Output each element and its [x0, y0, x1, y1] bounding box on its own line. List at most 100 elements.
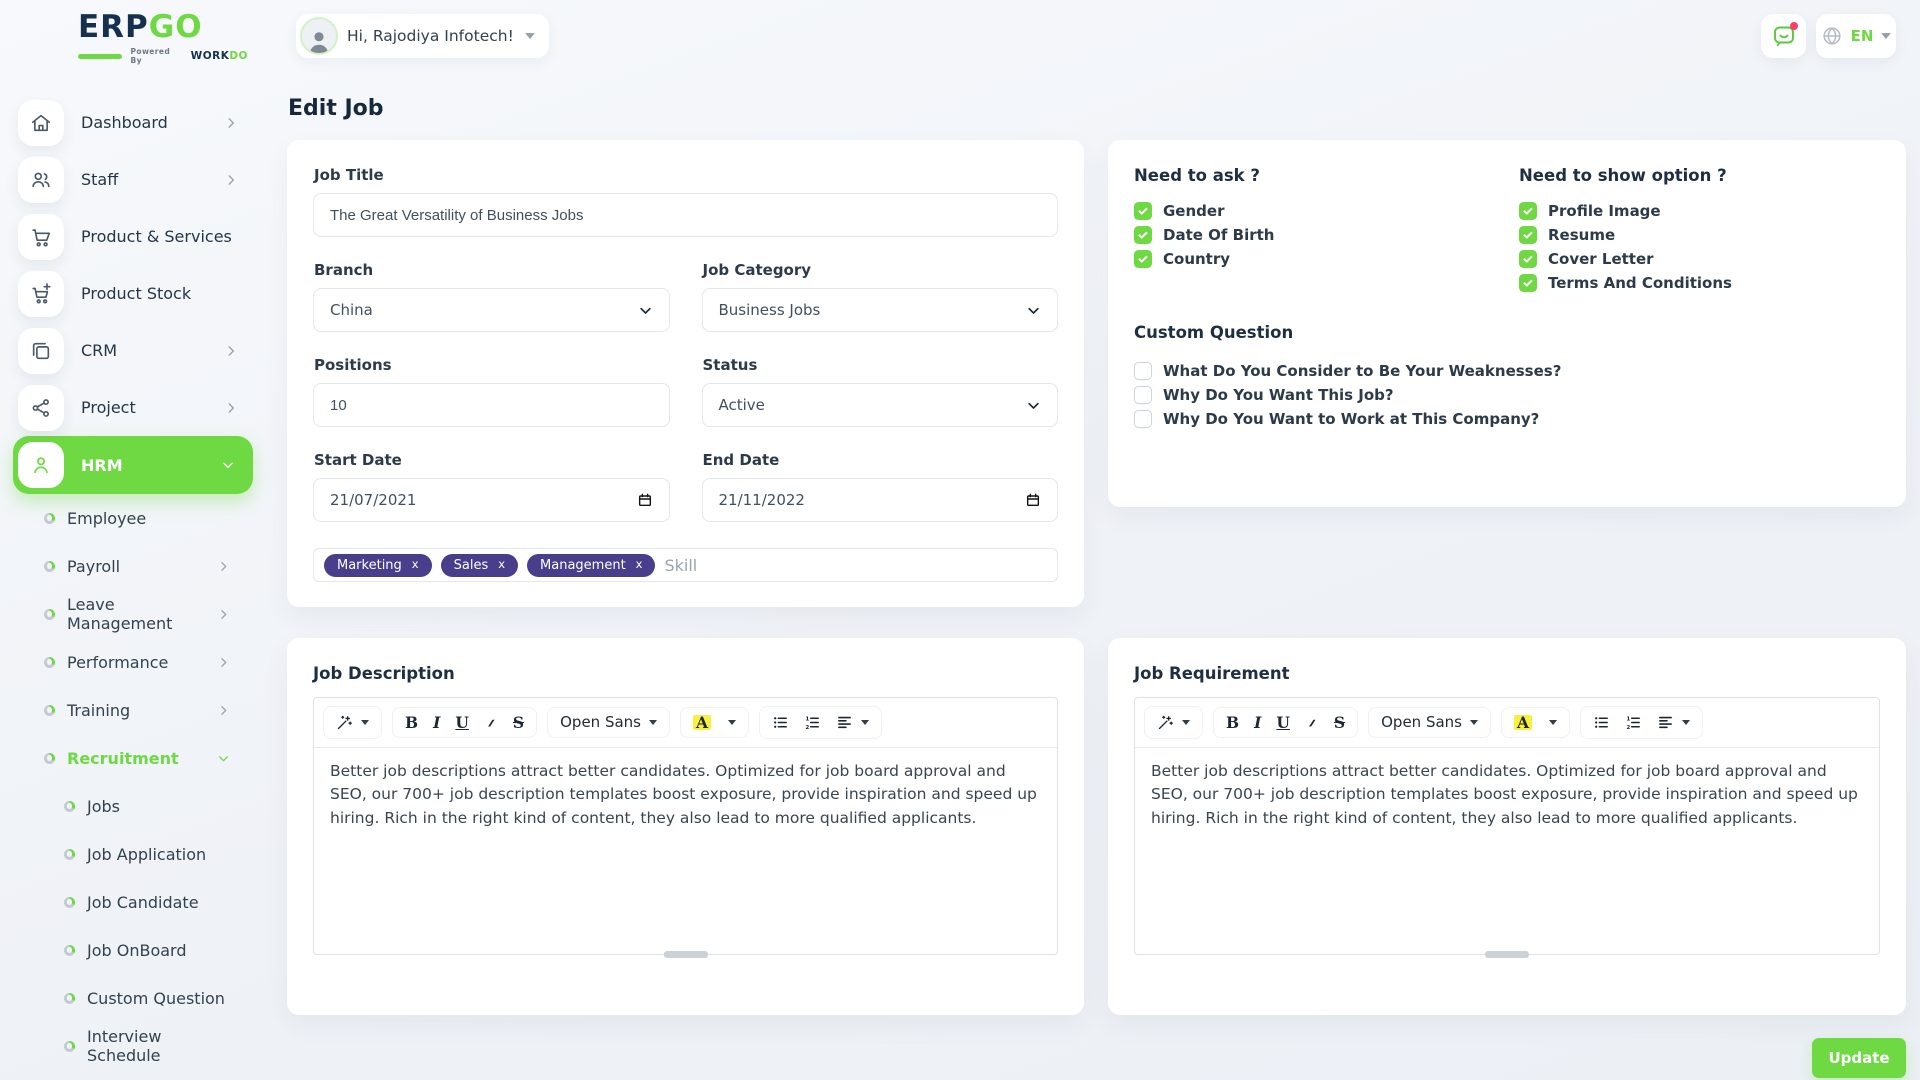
sidebar-item-training[interactable]: Training [0, 686, 290, 734]
checkbox-date-of-birth[interactable]: Date Of Birth [1134, 226, 1519, 244]
font-color-button[interactable]: A [693, 715, 711, 731]
font-family-select[interactable]: Open Sans [560, 715, 657, 730]
sidebar-item-recruitment[interactable]: Recruitment [0, 734, 290, 782]
align-button[interactable] [1657, 714, 1690, 731]
sidebar-item-product-stock[interactable]: Product Stock [0, 265, 290, 322]
job-title-input[interactable] [313, 193, 1058, 237]
eraser-icon [484, 716, 498, 730]
sidebar-item-leave-management[interactable]: Leave Management [0, 590, 290, 638]
checkbox-country[interactable]: Country [1134, 250, 1519, 268]
skill-tag[interactable]: Marketing x [324, 554, 432, 577]
update-button[interactable]: Update [1812, 1038, 1906, 1078]
chevron-down-icon[interactable] [1549, 720, 1557, 725]
job-description-title: Job Description [313, 664, 1058, 683]
align-left-icon [1657, 714, 1674, 731]
underline-button[interactable]: U [1276, 715, 1290, 731]
calendar-icon[interactable] [1025, 492, 1041, 508]
bullet-list-button[interactable] [772, 714, 789, 731]
branch-select[interactable]: China [313, 288, 670, 332]
checkbox-checked-icon[interactable] [1134, 250, 1152, 268]
end-date-input[interactable]: 21/11/2022 [702, 478, 1059, 522]
sidebar-item-hrm[interactable]: HRM [13, 436, 253, 494]
sidebar-item-performance[interactable]: Performance [0, 638, 290, 686]
sidebar-item-interview-schedule[interactable]: Interview Schedule [0, 1022, 290, 1070]
remove-tag-icon[interactable]: x [498, 559, 505, 571]
checkbox-gender[interactable]: Gender [1134, 202, 1519, 220]
user-menu[interactable]: Hi, Rajodiya Infotech! [296, 14, 549, 58]
ordered-list-button[interactable]: 12 [1625, 714, 1642, 731]
job-requirement-title: Job Requirement [1134, 664, 1880, 683]
calendar-icon[interactable] [637, 492, 653, 508]
strikethrough-button[interactable]: S [1334, 715, 1345, 731]
sidebar-item-jobs[interactable]: Jobs [0, 782, 290, 830]
chevron-down-icon [1682, 720, 1690, 725]
italic-button[interactable]: I [433, 715, 440, 731]
end-date-value: 21/11/2022 [719, 491, 805, 509]
checkbox-question-why-job[interactable]: Why Do You Want This Job? [1134, 386, 1880, 404]
sidebar-item-staff[interactable]: Staff [0, 151, 290, 208]
sidebar-item-product-services[interactable]: Product & Services [0, 208, 290, 265]
underline-button[interactable]: U [455, 715, 469, 731]
bullet-icon [64, 897, 75, 908]
job-description-content[interactable]: Better job descriptions attract better c… [314, 748, 1057, 954]
language-selector[interactable]: EN [1816, 14, 1896, 58]
skill-input[interactable] [664, 556, 1047, 575]
checkbox-cover-letter[interactable]: Cover Letter [1519, 250, 1880, 268]
sidebar-item-job-onboard[interactable]: Job OnBoard [0, 926, 290, 974]
ordered-list-button[interactable]: 12 [804, 714, 821, 731]
sidebar-item-job-candidate[interactable]: Job Candidate [0, 878, 290, 926]
checkbox-unchecked-icon[interactable] [1134, 362, 1152, 380]
logo-text: ERPGO [78, 12, 248, 43]
font-color-button[interactable]: A [1514, 715, 1532, 731]
job-requirement-content[interactable]: Better job descriptions attract better c… [1135, 748, 1879, 954]
checkbox-checked-icon[interactable] [1134, 226, 1152, 244]
skill-tag[interactable]: Management x [527, 554, 655, 577]
messages-button[interactable] [1761, 14, 1806, 58]
magic-wand-button[interactable] [336, 714, 369, 731]
bold-button[interactable]: B [405, 715, 418, 731]
checkbox-resume[interactable]: Resume [1519, 226, 1880, 244]
remove-tag-icon[interactable]: x [636, 559, 643, 571]
sidebar-item-payroll[interactable]: Payroll [0, 542, 290, 590]
chevron-down-icon[interactable] [728, 720, 736, 725]
checkbox-question-weaknesses[interactable]: What Do You Consider to Be Your Weakness… [1134, 362, 1880, 380]
bullet-icon [64, 849, 75, 860]
positions-input[interactable] [313, 383, 670, 427]
checkbox-checked-icon[interactable] [1134, 202, 1152, 220]
editor-resize-handle[interactable] [1485, 951, 1529, 958]
bullet-list-button[interactable] [1593, 714, 1610, 731]
magic-wand-button[interactable] [1157, 714, 1190, 731]
skill-tag[interactable]: Sales x [441, 554, 518, 577]
editor-resize-handle[interactable] [664, 951, 708, 958]
checkbox-profile-image[interactable]: Profile Image [1519, 202, 1880, 220]
status-select[interactable]: Active [702, 383, 1059, 427]
sidebar-item-custom-question[interactable]: Custom Question [0, 974, 290, 1022]
job-category-select[interactable]: Business Jobs [702, 288, 1059, 332]
start-date-input[interactable]: 21/07/2021 [313, 478, 670, 522]
bold-button[interactable]: B [1226, 715, 1239, 731]
checkbox-checked-icon[interactable] [1519, 274, 1537, 292]
checkbox-unchecked-icon[interactable] [1134, 410, 1152, 428]
bullet-icon [64, 801, 75, 812]
align-button[interactable] [836, 714, 869, 731]
sidebar-item-crm[interactable]: CRM [0, 322, 290, 379]
skills-tag-input[interactable]: Marketing x Sales x Management x [313, 548, 1058, 582]
strikethrough-button[interactable]: S [513, 715, 524, 731]
eraser-button[interactable] [1305, 716, 1319, 730]
checkbox-checked-icon[interactable] [1519, 202, 1537, 220]
editor-toolbar: B I U S Open Sans A [314, 698, 1057, 748]
sidebar-item-dashboard[interactable]: Dashboard [0, 94, 290, 151]
italic-button[interactable]: I [1254, 715, 1261, 731]
checkbox-checked-icon[interactable] [1519, 226, 1537, 244]
eraser-button[interactable] [484, 716, 498, 730]
sidebar-item-project[interactable]: Project [0, 379, 290, 436]
checkbox-terms-conditions[interactable]: Terms And Conditions [1519, 274, 1880, 292]
checkbox-unchecked-icon[interactable] [1134, 386, 1152, 404]
checkbox-checked-icon[interactable] [1519, 250, 1537, 268]
font-family-select[interactable]: Open Sans [1381, 715, 1478, 730]
sidebar-item-employee[interactable]: Employee [0, 494, 290, 542]
remove-tag-icon[interactable]: x [412, 559, 419, 571]
sidebar-item-job-application[interactable]: Job Application [0, 830, 290, 878]
checkbox-question-why-company[interactable]: Why Do You Want to Work at This Company? [1134, 410, 1880, 428]
app-logo: ERPGO Powered By WORKDO [78, 12, 248, 65]
